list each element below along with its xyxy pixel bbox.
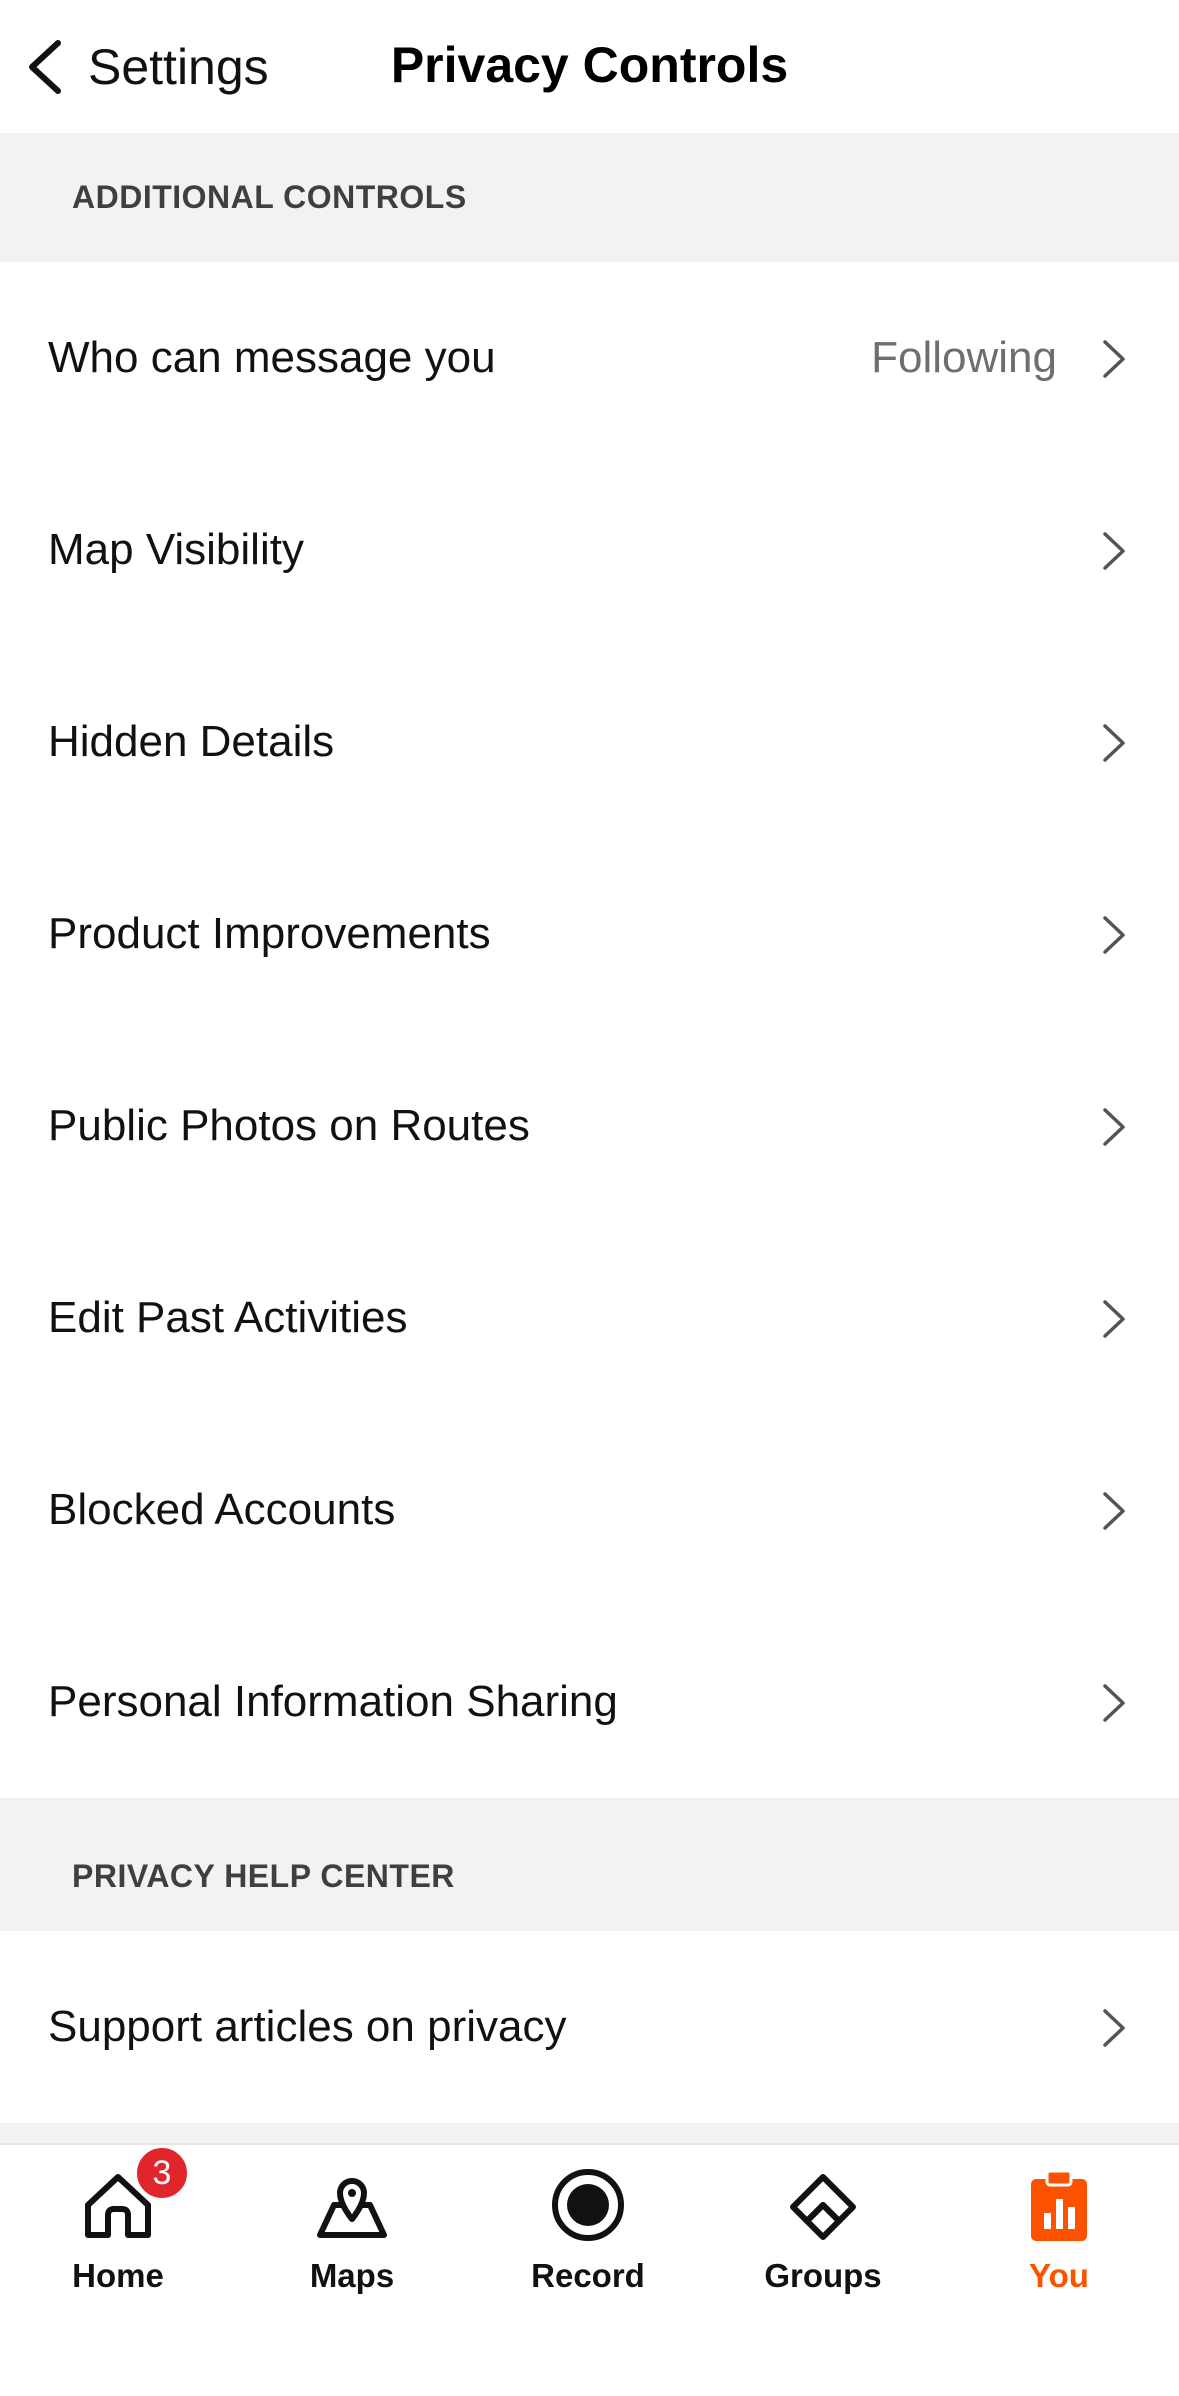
row-support-articles-on-privacy[interactable]: Support articles on privacy bbox=[0, 1931, 1179, 2123]
chevron-right-icon bbox=[1103, 340, 1125, 378]
tab-you[interactable]: You bbox=[974, 2165, 1144, 2315]
notification-badge: 3 bbox=[134, 2145, 190, 2201]
chevron-right-icon bbox=[1103, 1300, 1125, 1338]
chevron-right-icon bbox=[1103, 1684, 1125, 1722]
tab-label: Maps bbox=[309, 2257, 395, 2294]
tab-label: Record bbox=[531, 2257, 645, 2294]
row-value: Following bbox=[871, 333, 1057, 382]
home-icon: 3 bbox=[78, 2145, 190, 2245]
row-label: Blocked Accounts bbox=[48, 1485, 396, 1534]
chevron-right-icon bbox=[1103, 916, 1125, 954]
row-label: Hidden Details bbox=[48, 717, 335, 766]
maps-icon bbox=[312, 2165, 392, 2245]
row-product-improvements[interactable]: Product Improvements bbox=[0, 838, 1179, 1030]
row-label: Who can message you bbox=[48, 333, 496, 382]
section-title: PRIVACY HELP CENTER bbox=[72, 1858, 455, 1894]
tab-record[interactable]: Record bbox=[503, 2165, 673, 2315]
tab-home[interactable]: 3 Home bbox=[33, 2145, 203, 2315]
row-label: Public Photos on Routes bbox=[48, 1101, 530, 1150]
row-blocked-accounts[interactable]: Blocked Accounts bbox=[0, 1414, 1179, 1606]
section-divider bbox=[0, 2123, 1179, 2143]
row-who-can-message-you[interactable]: Who can message you Following bbox=[0, 262, 1179, 454]
tab-label: You bbox=[1029, 2257, 1089, 2294]
row-public-photos-on-routes[interactable]: Public Photos on Routes bbox=[0, 1030, 1179, 1222]
record-icon bbox=[548, 2165, 628, 2245]
tab-label: Groups bbox=[764, 2257, 882, 2294]
tab-bar: 3 Home Maps Record Groups You bbox=[0, 2143, 1179, 2396]
section-header-privacy-help-center: PRIVACY HELP CENTER bbox=[0, 1798, 1179, 1931]
chevron-right-icon bbox=[1103, 724, 1125, 762]
row-hidden-details[interactable]: Hidden Details bbox=[0, 646, 1179, 838]
tab-label: Home bbox=[72, 2257, 164, 2294]
tab-groups[interactable]: Groups bbox=[738, 2165, 908, 2315]
row-label: Support articles on privacy bbox=[48, 2002, 567, 2051]
row-edit-past-activities[interactable]: Edit Past Activities bbox=[0, 1222, 1179, 1414]
section-title: ADDITIONAL CONTROLS bbox=[72, 179, 467, 215]
chevron-right-icon bbox=[1103, 1108, 1125, 1146]
tab-maps[interactable]: Maps bbox=[267, 2165, 437, 2315]
chevron-right-icon bbox=[1103, 1492, 1125, 1530]
row-map-visibility[interactable]: Map Visibility bbox=[0, 454, 1179, 646]
chevron-right-icon bbox=[1103, 2009, 1125, 2047]
row-label: Personal Information Sharing bbox=[48, 1677, 618, 1726]
chevron-right-icon bbox=[1103, 532, 1125, 570]
row-personal-information-sharing[interactable]: Personal Information Sharing bbox=[0, 1606, 1179, 1798]
groups-icon bbox=[783, 2165, 863, 2245]
nav-header: Settings Privacy Controls bbox=[0, 0, 1179, 133]
section-header-additional-controls: ADDITIONAL CONTROLS bbox=[0, 133, 1179, 262]
row-label: Product Improvements bbox=[48, 909, 491, 958]
you-icon bbox=[1019, 2165, 1099, 2245]
row-label: Edit Past Activities bbox=[48, 1293, 408, 1342]
page-title: Privacy Controls bbox=[390, 37, 789, 93]
row-label: Map Visibility bbox=[48, 525, 304, 574]
privacy-controls-screen: Settings Privacy Controls ADDITIONAL CON… bbox=[0, 0, 1179, 2396]
